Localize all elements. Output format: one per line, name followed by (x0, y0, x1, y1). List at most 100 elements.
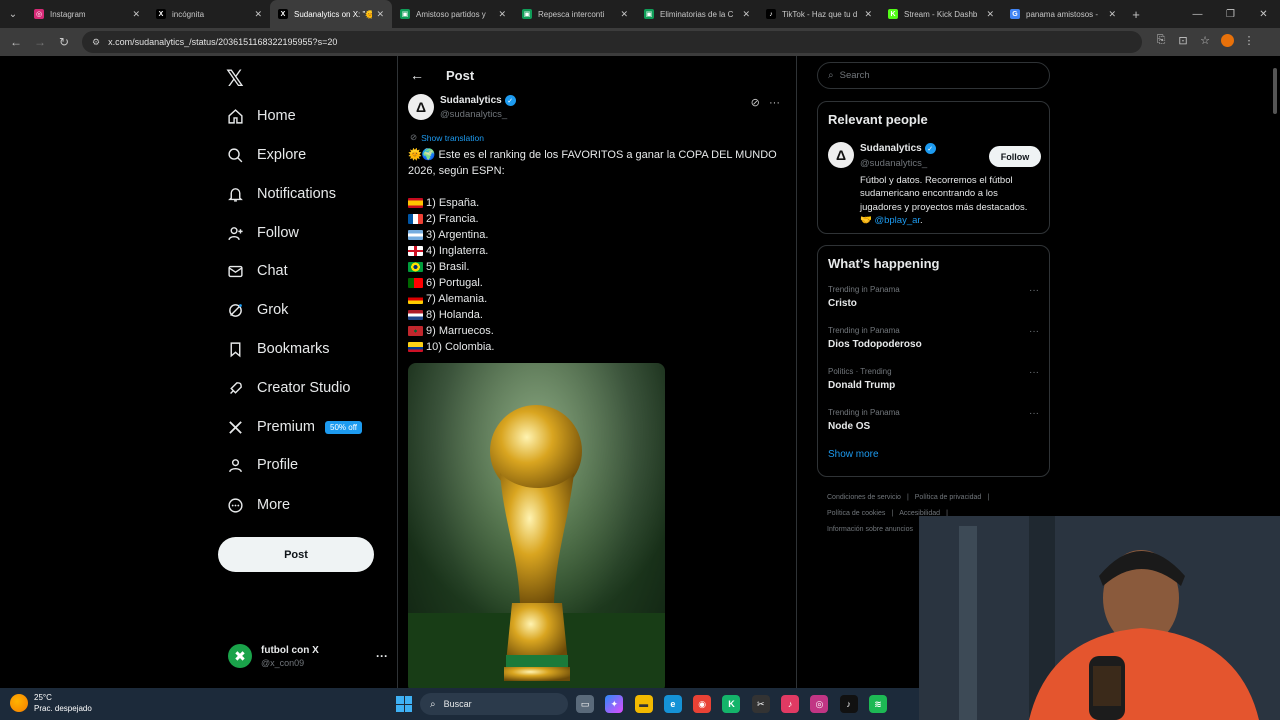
translate-icon[interactable]: ⎘ (1150, 34, 1172, 50)
chrome-icon[interactable]: ◉ (693, 695, 712, 713)
close-window-icon[interactable]: ✕ (1247, 9, 1280, 20)
tab-close-icon[interactable]: ✕ (864, 9, 872, 20)
follow-button[interactable]: Follow (989, 146, 1041, 167)
capcut-icon[interactable]: ✂ (751, 695, 770, 713)
browser-tab[interactable]: ♪ TikTok - Haz que tu d ✕ (758, 0, 880, 28)
tab-close-icon[interactable]: ✕ (132, 9, 140, 20)
footer-link[interactable]: Política de privacidad (915, 494, 982, 501)
restore-icon[interactable]: ❐ (1214, 9, 1247, 20)
nav-item-home[interactable]: Home (226, 103, 296, 129)
ranking-text: 10) Colombia. (426, 341, 495, 353)
browser-tab[interactable]: ◎ Instagram ✕ (26, 0, 148, 28)
footer-link[interactable]: Política de cookies (827, 510, 885, 517)
nav-item-profile[interactable]: Profile (226, 452, 298, 478)
kick-icon[interactable]: K (722, 695, 741, 713)
trend-item[interactable]: Trending in Panama Cristo ··· (818, 279, 1049, 320)
more-dots-icon[interactable]: ··· (376, 649, 388, 663)
nav-item-chat[interactable]: Chat (226, 258, 288, 284)
site-info-icon[interactable]: ⚙ (92, 37, 100, 48)
profile-avatar[interactable] (1216, 34, 1238, 50)
task-view-icon[interactable]: ▭ (576, 695, 594, 713)
browser-tab[interactable]: ▣ Repesca interconti ✕ (514, 0, 636, 28)
browser-tab[interactable]: Gpanama amistosos - ✕ (1002, 0, 1124, 28)
author-handle[interactable]: @sudanalytics_ (440, 109, 507, 120)
tab-close-icon[interactable]: ✕ (986, 9, 994, 20)
nav-item-bookmarks[interactable]: Bookmarks (226, 336, 330, 362)
nav-item-explore[interactable]: Explore (226, 142, 306, 168)
more-dots-icon[interactable]: ··· (1029, 408, 1039, 419)
tab-close-icon[interactable]: ✕ (376, 9, 384, 20)
bookmark-star-icon[interactable]: ☆ (1194, 34, 1216, 50)
author-name[interactable]: Sudanalytics ✓ (440, 95, 516, 106)
scrollbar-thumb[interactable] (1273, 68, 1277, 114)
trend-item[interactable]: Politics · Trending Donald Trump ··· (818, 361, 1049, 402)
browser-tab[interactable]: ▣ Eliminatorias de la C ✕ (636, 0, 758, 28)
browser-tab[interactable]: Xincógnita ✕ (148, 0, 270, 28)
tab-close-icon[interactable]: ✕ (1108, 9, 1116, 20)
file-explorer-icon[interactable]: ▬ (634, 695, 653, 713)
bio-link[interactable]: @bplay_ar (874, 215, 920, 226)
reload-icon[interactable]: ↻ (52, 35, 76, 49)
windows-start-icon[interactable] (396, 696, 412, 712)
trend-item[interactable]: Trending in Panama Node OS ··· (818, 402, 1049, 443)
nav-item-grok[interactable]: Grok (226, 297, 288, 323)
address-bar[interactable]: ⚙ x.com/sudanalytics_/status/20361511683… (82, 31, 1142, 53)
more-dots-icon[interactable]: ··· (1029, 326, 1039, 337)
show-translation-link[interactable]: ⊘ Show translation (410, 132, 484, 143)
search-input[interactable]: ⌕ Search (817, 62, 1050, 89)
flag-france-icon (408, 214, 423, 224)
person-card[interactable]: Δ Sudanalytics ✓ @sudanalytics_ Follow Fú… (818, 102, 1051, 226)
grok-icon (226, 301, 244, 319)
taskbar-search[interactable]: ⌕ Buscar (420, 693, 568, 715)
tab-close-icon[interactable]: ✕ (742, 9, 750, 20)
copilot-icon[interactable]: ✦ (605, 695, 624, 713)
back-arrow-icon[interactable]: ← (4, 35, 28, 49)
browser-tab[interactable]: X Sudanalytics on X: "🌞 ✕ (270, 0, 392, 28)
tab-favicon-icon: ▣ (522, 9, 532, 19)
ranking-item: 8) Holanda. (408, 307, 608, 323)
avatar[interactable]: Δ (828, 142, 854, 168)
back-arrow-icon[interactable]: ← (410, 67, 434, 83)
minimize-icon[interactable]: — (1181, 9, 1214, 20)
x-logo-icon[interactable]: 𝕏 (226, 66, 244, 92)
footer-link[interactable]: Información sobre anuncios (827, 526, 913, 533)
tab-favicon-icon: G (1010, 9, 1020, 19)
spotify-icon[interactable]: ≋ (868, 695, 887, 713)
tab-close-icon[interactable]: ✕ (620, 9, 628, 20)
account-switcher[interactable]: ✖ futbol con X @x_con09 ··· (228, 644, 388, 668)
instagram-icon[interactable]: ◎ (810, 695, 829, 713)
tab-close-icon[interactable]: ✕ (498, 9, 506, 20)
verified-badge-icon: ✓ (504, 95, 516, 106)
post-button[interactable]: Post (218, 537, 374, 572)
tiktok-live-icon[interactable]: ♪ (781, 695, 800, 713)
avatar[interactable]: Δ (408, 94, 434, 120)
tiktok-icon[interactable]: ♪ (839, 695, 858, 713)
browser-tab[interactable]: ▣ Amistoso partidos y ✕ (392, 0, 514, 28)
edge-icon[interactable]: e (663, 695, 682, 713)
ranking-item: 5) Brasil. (408, 259, 608, 275)
grok-icon[interactable]: ⊘ (751, 97, 760, 109)
nav-item-follow[interactable]: Follow (226, 220, 299, 246)
tab-search-icon[interactable]: ⌄ (0, 0, 26, 28)
trend-item[interactable]: Trending in Panama Dios Todopoderoso ··· (818, 320, 1049, 361)
cast-icon[interactable]: ⊡ (1172, 34, 1194, 50)
show-more-link[interactable]: Show more (828, 449, 1039, 460)
nav-item-creator-studio[interactable]: Creator Studio (226, 375, 351, 401)
tab-title: Instagram (50, 9, 86, 19)
chrome-menu-icon[interactable]: ⋮ (1238, 34, 1260, 50)
browser-tab[interactable]: K Stream - Kick Dashb ✕ (880, 0, 1002, 28)
more-dots-icon[interactable]: ··· (1029, 285, 1039, 296)
post-image[interactable] (408, 363, 665, 688)
person-name[interactable]: Sudanalytics ✓ (860, 143, 936, 154)
trend-meta: Trending in Panama (828, 408, 900, 417)
nav-item-more[interactable]: More (226, 492, 290, 518)
weather-widget[interactable]: 25°C Prac. despejado (10, 692, 92, 714)
forward-arrow-icon[interactable]: → (28, 35, 52, 49)
nav-item-premium[interactable]: Premium 50% off (226, 414, 362, 440)
more-dots-icon[interactable]: ··· (769, 97, 780, 109)
more-dots-icon[interactable]: ··· (1029, 367, 1039, 378)
nav-item-notifications[interactable]: Notifications (226, 181, 336, 207)
footer-link[interactable]: Condiciones de servicio (827, 494, 901, 501)
tab-close-icon[interactable]: ✕ (254, 9, 262, 20)
new-tab-icon[interactable]: + (1124, 7, 1148, 22)
